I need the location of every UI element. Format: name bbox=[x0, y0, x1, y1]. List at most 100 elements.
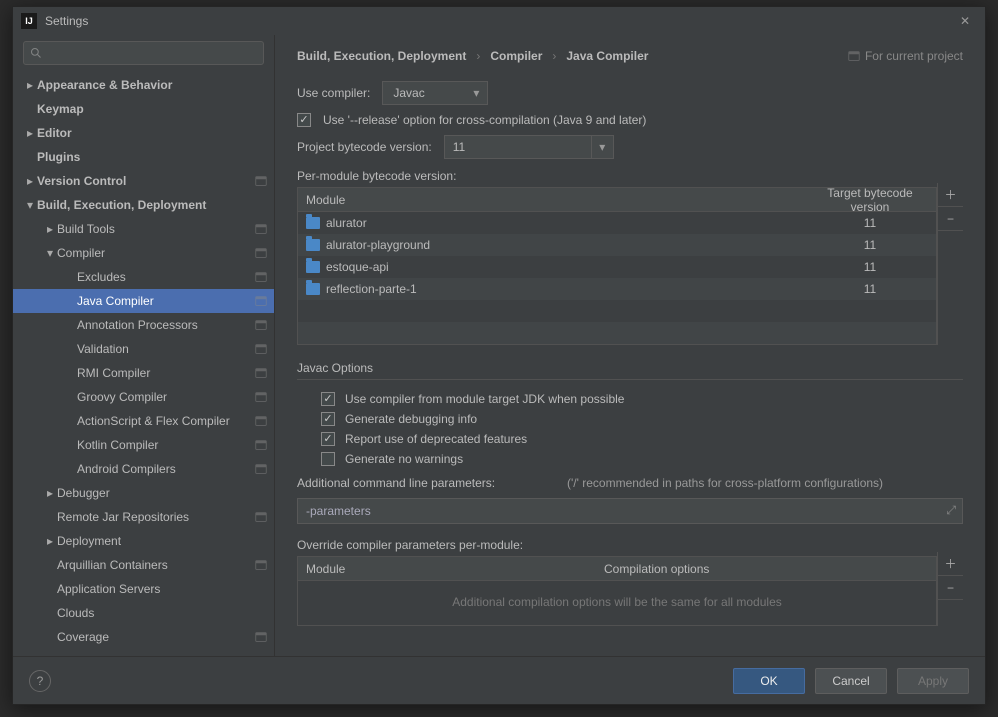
tree-item[interactable]: Application Servers bbox=[13, 577, 274, 601]
breadcrumb-item[interactable]: Compiler bbox=[490, 49, 542, 63]
search-icon bbox=[30, 47, 42, 59]
tree-item-label: Build, Execution, Deployment bbox=[37, 198, 268, 212]
project-scope-icon bbox=[254, 558, 268, 572]
module-version[interactable]: 11 bbox=[804, 216, 936, 230]
tree-item[interactable]: Deployment bbox=[13, 649, 274, 656]
tree-item-label: Excludes bbox=[77, 270, 254, 284]
project-scope-icon bbox=[847, 49, 861, 63]
window-title: Settings bbox=[45, 14, 945, 28]
tree-item[interactable]: Annotation Processors bbox=[13, 313, 274, 337]
column-header-module[interactable]: Module bbox=[298, 562, 596, 576]
table-row[interactable]: alurator-playground 11 bbox=[298, 234, 936, 256]
tree-item[interactable]: ActionScript & Flex Compiler bbox=[13, 409, 274, 433]
chevron-right-icon: ▸ bbox=[43, 222, 57, 236]
tree-item[interactable]: ▸Build Tools bbox=[13, 217, 274, 241]
settings-tree[interactable]: ▸Appearance & BehaviorKeymap▸EditorPlugi… bbox=[13, 69, 274, 656]
tree-item-label: Compiler bbox=[57, 246, 254, 260]
module-version[interactable]: 11 bbox=[804, 260, 936, 274]
checkbox-row: Use compiler from module target JDK when… bbox=[321, 392, 963, 406]
remove-icon[interactable]: − bbox=[938, 207, 963, 231]
tree-item[interactable]: Keymap bbox=[13, 97, 274, 121]
module-version[interactable]: 11 bbox=[804, 238, 936, 252]
breadcrumb-item: Java Compiler bbox=[566, 49, 648, 63]
params-hint: ('/' recommended in paths for cross-plat… bbox=[567, 476, 883, 490]
checkbox[interactable] bbox=[321, 412, 335, 426]
column-header-options[interactable]: Compilation options bbox=[596, 562, 936, 576]
use-compiler-select[interactable]: Javac ▾ bbox=[382, 81, 488, 105]
tree-item-label: Plugins bbox=[37, 150, 268, 164]
checkbox[interactable] bbox=[321, 392, 335, 406]
module-bytecode-table: Module Target bytecode version alurator1… bbox=[297, 187, 937, 345]
bytecode-version-select[interactable]: 11 ▾ bbox=[444, 135, 614, 159]
params-input[interactable]: -parameters ⤢ bbox=[297, 498, 963, 524]
tree-item[interactable]: ▸Deployment bbox=[13, 529, 274, 553]
sidebar: ▸Appearance & BehaviorKeymap▸EditorPlugi… bbox=[13, 35, 275, 656]
tree-item[interactable]: Groovy Compiler bbox=[13, 385, 274, 409]
tree-item[interactable]: Java Compiler bbox=[13, 289, 274, 313]
ok-button[interactable]: OK bbox=[733, 668, 805, 694]
help-icon[interactable]: ? bbox=[29, 670, 51, 692]
chevron-right-icon: ▸ bbox=[43, 486, 57, 500]
tree-item[interactable]: Excludes bbox=[13, 265, 274, 289]
checkbox[interactable] bbox=[321, 432, 335, 446]
chevron-right-icon: ▸ bbox=[43, 534, 57, 548]
project-scope-icon bbox=[254, 414, 268, 428]
table-row[interactable]: reflection-parte-111 bbox=[298, 278, 936, 300]
tree-item[interactable]: ▸Editor bbox=[13, 121, 274, 145]
folder-icon bbox=[306, 283, 320, 295]
tree-item[interactable]: Kotlin Compiler bbox=[13, 433, 274, 457]
breadcrumb-item[interactable]: Build, Execution, Deployment bbox=[297, 49, 466, 63]
chevron-down-icon[interactable]: ▾ bbox=[592, 135, 614, 159]
tree-item-label: Android Compilers bbox=[77, 462, 254, 476]
tree-item[interactable]: RMI Compiler bbox=[13, 361, 274, 385]
checkbox-label: Use compiler from module target JDK when… bbox=[345, 392, 624, 406]
add-icon[interactable]: ＋ bbox=[938, 183, 963, 207]
column-header-module[interactable]: Module bbox=[298, 193, 804, 207]
titlebar: IJ Settings ✕ bbox=[13, 7, 985, 35]
add-icon[interactable]: ＋ bbox=[938, 552, 963, 576]
project-scope-icon bbox=[254, 630, 268, 644]
breadcrumb: Build, Execution, Deployment › Compiler … bbox=[297, 49, 837, 63]
tree-item[interactable]: ▸Debugger bbox=[13, 481, 274, 505]
project-scope-icon bbox=[254, 390, 268, 404]
tree-item-label: Editor bbox=[37, 126, 268, 140]
tree-item[interactable]: Clouds bbox=[13, 601, 274, 625]
module-name: alurator-playground bbox=[326, 238, 430, 252]
module-version[interactable]: 11 bbox=[804, 282, 936, 296]
checkbox[interactable] bbox=[321, 452, 335, 466]
tree-item-label: Groovy Compiler bbox=[77, 390, 254, 404]
tree-item-label: Build Tools bbox=[57, 222, 254, 236]
override-empty-hint: Additional compilation options will be t… bbox=[298, 581, 936, 623]
remove-icon[interactable]: − bbox=[938, 576, 963, 600]
tree-item-label: Application Servers bbox=[57, 582, 268, 596]
tree-item[interactable]: Coverage bbox=[13, 625, 274, 649]
release-option-checkbox[interactable] bbox=[297, 113, 311, 127]
project-scope-icon bbox=[254, 174, 268, 188]
app-icon: IJ bbox=[21, 13, 37, 29]
table-row[interactable]: estoque-api11 bbox=[298, 256, 936, 278]
folder-icon bbox=[306, 239, 320, 251]
table-row[interactable]: alurator11 bbox=[298, 212, 936, 234]
search-input[interactable] bbox=[23, 41, 264, 65]
tree-item[interactable]: ▾Compiler bbox=[13, 241, 274, 265]
project-scope-icon bbox=[254, 510, 268, 524]
expand-icon[interactable]: ⤢ bbox=[946, 503, 956, 518]
project-scope-icon bbox=[254, 438, 268, 452]
project-scope-icon bbox=[254, 222, 268, 236]
tree-item[interactable]: Validation bbox=[13, 337, 274, 361]
tree-item[interactable]: ▸Version Control bbox=[13, 169, 274, 193]
tree-item[interactable]: Plugins bbox=[13, 145, 274, 169]
settings-dialog: IJ Settings ✕ ▸Appearance & BehaviorKeym… bbox=[12, 6, 986, 705]
apply-button[interactable]: Apply bbox=[897, 668, 969, 694]
project-scope-icon bbox=[254, 246, 268, 260]
column-header-version[interactable]: Target bytecode version bbox=[804, 186, 936, 214]
params-label: Additional command line parameters: bbox=[297, 476, 567, 490]
tree-item[interactable]: ▾Build, Execution, Deployment bbox=[13, 193, 274, 217]
close-icon[interactable]: ✕ bbox=[953, 9, 977, 33]
cancel-button[interactable]: Cancel bbox=[815, 668, 887, 694]
per-module-label: Per-module bytecode version: bbox=[297, 169, 963, 183]
tree-item[interactable]: ▸Appearance & Behavior bbox=[13, 73, 274, 97]
tree-item[interactable]: Arquillian Containers bbox=[13, 553, 274, 577]
tree-item[interactable]: Remote Jar Repositories bbox=[13, 505, 274, 529]
tree-item[interactable]: Android Compilers bbox=[13, 457, 274, 481]
